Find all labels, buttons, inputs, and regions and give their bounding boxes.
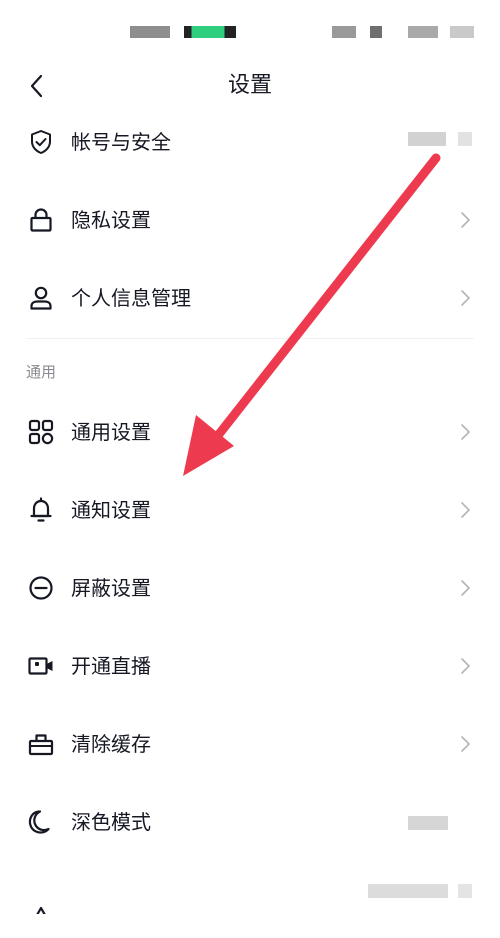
account-security-item[interactable]: 帐号与安全 <box>0 104 500 180</box>
personal-info-item[interactable]: 个人信息管理 <box>0 260 500 336</box>
block-icon <box>29 576 53 600</box>
privacy-settings-label: 隐私设置 <box>71 208 151 232</box>
chevron-right-icon <box>461 424 470 440</box>
dark-mode-item[interactable]: 深色模式 <box>0 784 500 860</box>
chevron-right-icon <box>461 290 470 306</box>
clear-cache-item[interactable]: 清除缓存 <box>0 706 500 782</box>
lock-icon <box>30 208 52 232</box>
partial-row-icon <box>36 906 46 914</box>
status-wifi-block <box>370 26 382 38</box>
privacy-settings-item[interactable]: 隐私设置 <box>0 182 500 258</box>
status-signal-block <box>332 26 356 38</box>
status-battery-block <box>408 26 438 38</box>
block-settings-label: 屏蔽设置 <box>71 576 151 600</box>
section-header-general: 通用 <box>26 363 57 381</box>
account-value-obscured <box>408 132 446 146</box>
chevron-right-icon <box>461 212 470 228</box>
clear-cache-label: 清除缓存 <box>71 732 151 756</box>
notification-settings-label: 通知设置 <box>71 498 151 522</box>
open-live-item[interactable]: 开通直播 <box>0 628 500 704</box>
person-icon <box>30 286 52 310</box>
status-time-block <box>184 26 236 38</box>
block-settings-item[interactable]: 屏蔽设置 <box>0 550 500 626</box>
shield-check-icon <box>31 130 51 154</box>
general-settings-label: 通用设置 <box>71 420 151 444</box>
partial-row-value-obscured-2 <box>458 884 472 898</box>
grid-icon <box>28 419 54 445</box>
dark-mode-value-obscured <box>408 816 448 830</box>
partial-row-value-obscured <box>368 884 448 898</box>
section-divider <box>26 338 474 339</box>
general-settings-item[interactable]: 通用设置 <box>0 394 500 470</box>
open-live-label: 开通直播 <box>71 654 151 678</box>
toolbox-icon <box>28 734 54 756</box>
next-item-partial[interactable] <box>0 862 500 938</box>
account-value-obscured-2 <box>458 132 472 146</box>
status-carrier-block <box>130 26 170 38</box>
account-security-label: 帐号与安全 <box>71 130 171 154</box>
dark-mode-label: 深色模式 <box>71 810 151 834</box>
chevron-right-icon <box>461 658 470 674</box>
bell-icon <box>30 497 52 522</box>
notification-settings-item[interactable]: 通知设置 <box>0 472 500 548</box>
chevron-right-icon <box>461 580 470 596</box>
chevron-right-icon <box>461 736 470 752</box>
chevron-right-icon <box>461 502 470 518</box>
status-bar <box>0 0 500 60</box>
personal-info-label: 个人信息管理 <box>71 286 191 310</box>
status-extra-block <box>450 26 474 38</box>
moon-icon <box>28 810 50 834</box>
video-camera-icon <box>28 657 53 675</box>
